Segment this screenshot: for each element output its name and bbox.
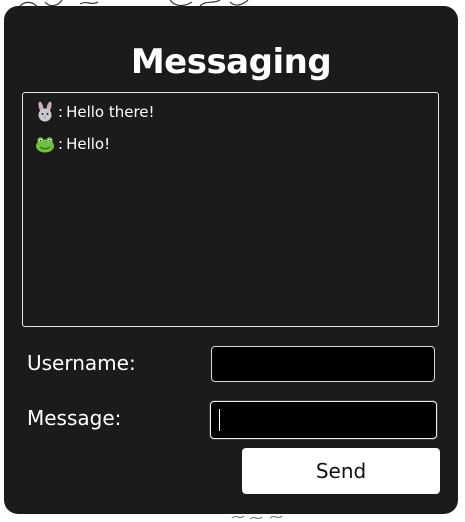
- message-text: Hello there!: [66, 103, 155, 121]
- page-title: Messaging: [130, 42, 332, 82]
- message-item: : Hello there!: [34, 101, 155, 123]
- message-log[interactable]: : Hello there! : Hello!: [22, 92, 439, 327]
- message-label: Message:: [27, 406, 122, 430]
- username-label: Username:: [27, 351, 136, 375]
- username-input[interactable]: [211, 346, 435, 382]
- rabbit-icon: [34, 101, 56, 123]
- text-caret: [219, 409, 220, 431]
- message-separator: :: [58, 103, 64, 121]
- message-input[interactable]: [210, 401, 437, 439]
- message-item: : Hello!: [34, 133, 110, 155]
- frog-icon: [34, 133, 56, 155]
- send-button[interactable]: Send: [242, 448, 440, 494]
- message-text: Hello!: [66, 135, 111, 153]
- message-separator: :: [58, 135, 64, 153]
- messaging-panel: Messaging : Hello there!: Hello! Userna…: [4, 6, 458, 514]
